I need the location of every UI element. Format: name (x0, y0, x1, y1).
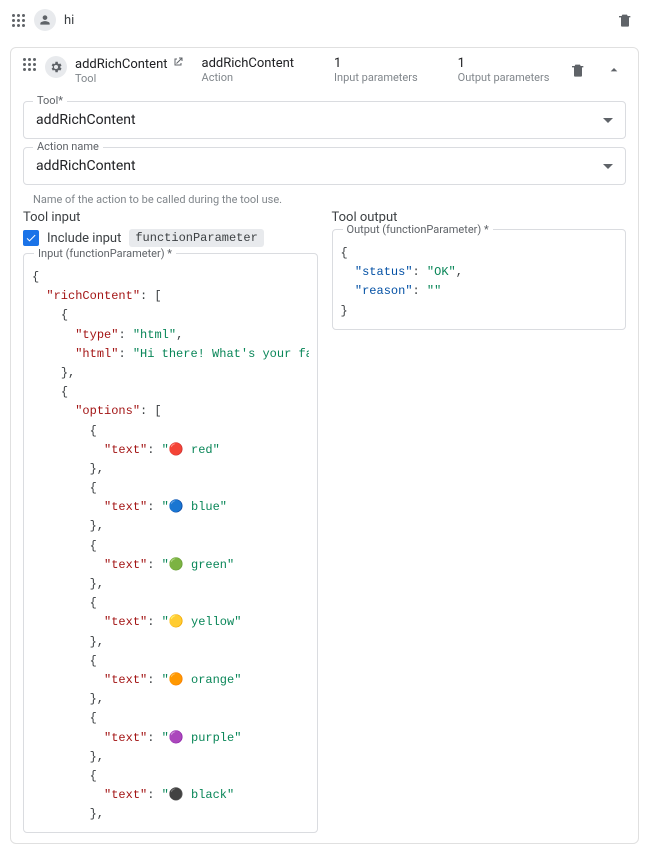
user-avatar-icon (34, 9, 56, 31)
tool-output-code-panel[interactable]: Output (functionParameter) * { "status":… (332, 229, 627, 330)
action-name: addRichContent (202, 56, 295, 71)
collapse-button[interactable] (600, 56, 628, 84)
input-sub: Input parameters (334, 71, 418, 84)
tool-name-sub: Tool (75, 72, 184, 85)
open-external-icon[interactable] (172, 56, 184, 72)
output-count: 1 (458, 56, 550, 71)
delete-tool-button[interactable] (564, 56, 592, 84)
include-input-checkbox[interactable] (23, 230, 39, 246)
action-select[interactable]: addRichContent (23, 147, 626, 185)
tool-input-panel-label: Input (functionParameter) * (34, 247, 176, 260)
action-sub: Action (202, 71, 295, 84)
include-input-param-chip: functionParameter (129, 229, 263, 247)
action-help-text: Name of the action to be called during t… (33, 193, 638, 206)
tool-input-code-panel[interactable]: Input (functionParameter) * { "richConte… (23, 253, 318, 833)
tool-output-panel-label: Output (functionParameter) * (343, 223, 493, 236)
delete-message-button[interactable] (611, 6, 639, 34)
output-sub: Output parameters (458, 71, 550, 84)
tool-input-code[interactable]: { "richContent": [ { "type": "html", "ht… (32, 268, 309, 824)
chevron-down-icon (603, 164, 613, 169)
tool-output-code[interactable]: { "status": "OK", "reason": "" } (341, 244, 618, 321)
tool-input-title: Tool input (23, 210, 318, 225)
tool-use-card: addRichContent Tool addRichContent Actio… (10, 47, 639, 844)
tool-select[interactable]: addRichContent (23, 101, 626, 139)
chevron-down-icon (603, 118, 613, 123)
drag-handle-icon[interactable] (21, 56, 37, 72)
tool-icon (45, 56, 67, 78)
action-field-label: Action name (33, 140, 103, 153)
include-input-label: Include input (47, 231, 121, 246)
tool-name: addRichContent (75, 57, 168, 72)
input-count: 1 (334, 56, 418, 71)
tool-select-value: addRichContent (36, 112, 136, 128)
user-message-text: hi (64, 13, 74, 28)
drag-handle-icon[interactable] (10, 12, 26, 28)
tool-field-label: Tool* (33, 94, 67, 107)
action-select-value: addRichContent (36, 158, 136, 174)
